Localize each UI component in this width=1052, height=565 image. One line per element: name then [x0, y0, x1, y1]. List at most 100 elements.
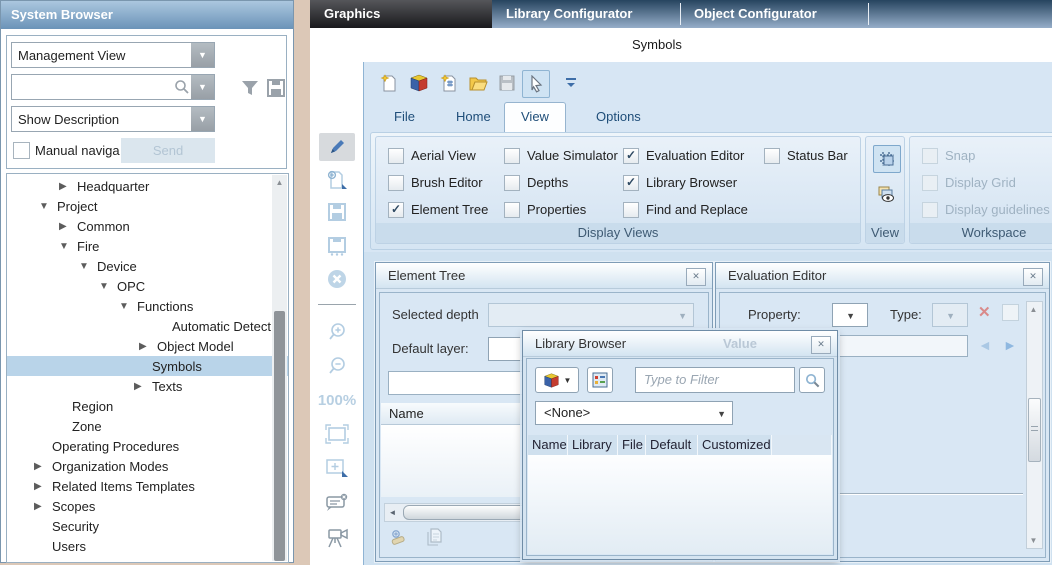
- edit-tool-button[interactable]: [319, 133, 355, 161]
- tree-item-security[interactable]: Security: [7, 516, 288, 536]
- save-toolbar-button[interactable]: [494, 70, 520, 96]
- chevron-right-icon[interactable]: ▶: [59, 221, 77, 232]
- fit-to-view-button[interactable]: [319, 420, 355, 448]
- scroll-up-icon[interactable]: ▲: [1026, 302, 1041, 317]
- checkbox-value-simulator[interactable]: Value Simulator: [504, 146, 618, 165]
- tree-item-related-items-templates[interactable]: ▶Related Items Templates: [7, 476, 288, 496]
- save-as-button[interactable]: [319, 232, 355, 260]
- column-header-customized[interactable]: Customized: [698, 435, 772, 455]
- layers-visibility-button[interactable]: [873, 181, 899, 207]
- column-header-library[interactable]: Library: [568, 435, 618, 455]
- search-icon[interactable]: [173, 78, 191, 96]
- grid-view-button[interactable]: [873, 145, 901, 173]
- checkbox-brush-editor[interactable]: Brush Editor: [388, 173, 488, 192]
- tree-item-headquarter[interactable]: ▶Headquarter: [7, 176, 288, 196]
- chevron-right-icon[interactable]: ▶: [34, 481, 52, 492]
- display-mode-dropdown[interactable]: Show Description ▼: [11, 106, 215, 132]
- scrollbar-thumb[interactable]: [274, 311, 285, 561]
- tree-item-symbols[interactable]: Symbols: [7, 356, 288, 376]
- scroll-down-icon[interactable]: ▼: [1026, 533, 1041, 548]
- tree-item-functions[interactable]: ▼Functions: [7, 296, 288, 316]
- library-list[interactable]: [528, 455, 832, 554]
- send-button[interactable]: Send: [121, 138, 215, 163]
- zoom-out-button[interactable]: [319, 352, 355, 380]
- select-tool-button[interactable]: [522, 70, 550, 98]
- tree-item-organization-modes[interactable]: ▶Organization Modes: [7, 456, 288, 476]
- checkbox-find-and-replace[interactable]: Find and Replace: [623, 200, 748, 219]
- next-icon[interactable]: ►: [1003, 337, 1017, 353]
- save-button[interactable]: [319, 198, 355, 226]
- chevron-right-icon[interactable]: ▶: [34, 461, 52, 472]
- view-selector-dropdown[interactable]: Management View ▼: [11, 42, 215, 68]
- checkbox-library-browser[interactable]: ✓Library Browser: [623, 173, 748, 192]
- library-source-dropdown[interactable]: ▼: [535, 367, 579, 393]
- library-browser-titlebar[interactable]: Library Browser Value ✕: [523, 331, 837, 357]
- new-symbol-button[interactable]: [406, 70, 432, 96]
- copy-elements-icon[interactable]: [424, 527, 444, 547]
- library-search-button[interactable]: [799, 367, 825, 393]
- tree-item-texts[interactable]: ▶Texts: [7, 376, 288, 396]
- tab-graphics[interactable]: Graphics: [310, 0, 492, 28]
- chevron-down-icon[interactable]: ▼: [119, 301, 137, 312]
- checkbox-status-bar[interactable]: Status Bar: [764, 146, 848, 165]
- add-element-icon[interactable]: [390, 529, 410, 547]
- close-icon[interactable]: ✕: [1023, 268, 1043, 286]
- evaluation-editor-titlebar[interactable]: Evaluation Editor ✕: [716, 263, 1049, 289]
- tab-object-configurator[interactable]: Object Configurator: [680, 0, 868, 28]
- property-dropdown[interactable]: ▼: [832, 303, 868, 327]
- column-header-name[interactable]: Name: [528, 435, 568, 455]
- view-mode-button[interactable]: [587, 367, 613, 393]
- search-input[interactable]: ▼: [11, 74, 215, 100]
- new-from-template-button[interactable]: [436, 70, 462, 96]
- open-button[interactable]: [465, 70, 491, 96]
- tree-item-operating-procedures[interactable]: Operating Procedures: [7, 436, 288, 456]
- tree-item-device[interactable]: ▼Device: [7, 256, 288, 276]
- tree-item-object-model[interactable]: ▶Object Model: [7, 336, 288, 356]
- checkbox-evaluation-editor[interactable]: ✓Evaluation Editor: [623, 146, 748, 165]
- chevron-down-icon[interactable]: ▼: [39, 201, 57, 212]
- tree-item-users[interactable]: Users: [7, 536, 288, 556]
- close-icon[interactable]: ✕: [686, 268, 706, 286]
- tree-item-common[interactable]: ▶Common: [7, 216, 288, 236]
- close-icon[interactable]: ✕: [811, 336, 831, 354]
- close-document-button[interactable]: [319, 265, 355, 293]
- element-tree-titlebar[interactable]: Element Tree ✕: [376, 263, 712, 289]
- chevron-down-icon[interactable]: ▼: [191, 43, 214, 67]
- tab-library-configurator[interactable]: Library Configurator: [492, 0, 680, 28]
- chevron-right-icon[interactable]: ▶: [59, 181, 77, 192]
- previous-icon[interactable]: ◄: [978, 337, 992, 353]
- scrollbar-thumb[interactable]: [1028, 398, 1041, 462]
- tree-item-fire[interactable]: ▼Fire: [7, 236, 288, 256]
- toolbar-overflow-button[interactable]: [562, 70, 580, 96]
- document-tab-symbols[interactable]: Symbols: [632, 37, 682, 52]
- filter-icon[interactable]: [240, 78, 260, 98]
- hide-comments-button[interactable]: [319, 489, 355, 517]
- new-document-button[interactable]: [376, 70, 402, 96]
- tree-item-opc[interactable]: ▼OPC: [7, 276, 288, 296]
- center-view-button[interactable]: [319, 454, 355, 482]
- chevron-right-icon[interactable]: ▶: [134, 381, 152, 392]
- manual-navigation-checkbox[interactable]: [13, 142, 30, 159]
- ribbon-tab-home[interactable]: Home: [440, 103, 507, 131]
- add-page-button[interactable]: [319, 166, 355, 194]
- scroll-up-icon[interactable]: ▲: [272, 175, 287, 190]
- chevron-down-icon[interactable]: ▼: [191, 107, 214, 131]
- ribbon-tab-view[interactable]: View: [504, 102, 566, 133]
- tree-item-region[interactable]: Region: [7, 396, 288, 416]
- tree-scrollbar[interactable]: ▲: [272, 175, 287, 561]
- chevron-down-icon[interactable]: ▼: [59, 241, 77, 252]
- save-search-icon[interactable]: [265, 77, 287, 99]
- ribbon-tab-file[interactable]: File: [378, 103, 431, 131]
- zoom-level-button[interactable]: 100%: [319, 386, 355, 414]
- library-filter-input[interactable]: Type to Filter: [635, 367, 795, 393]
- vertical-scrollbar[interactable]: ▲ ▼: [1026, 301, 1043, 549]
- ribbon-tab-options[interactable]: Options: [580, 103, 657, 131]
- tree-item-zone[interactable]: Zone: [7, 416, 288, 436]
- chevron-down-icon[interactable]: ▼: [79, 261, 97, 272]
- chevron-down-icon[interactable]: ▼: [99, 281, 117, 292]
- tree-item-scopes[interactable]: ▶Scopes: [7, 496, 288, 516]
- checkbox-element-tree[interactable]: ✓Element Tree: [388, 200, 488, 219]
- chevron-right-icon[interactable]: ▶: [34, 501, 52, 512]
- checkbox-properties[interactable]: Properties: [504, 200, 618, 219]
- column-header-file[interactable]: File: [618, 435, 646, 455]
